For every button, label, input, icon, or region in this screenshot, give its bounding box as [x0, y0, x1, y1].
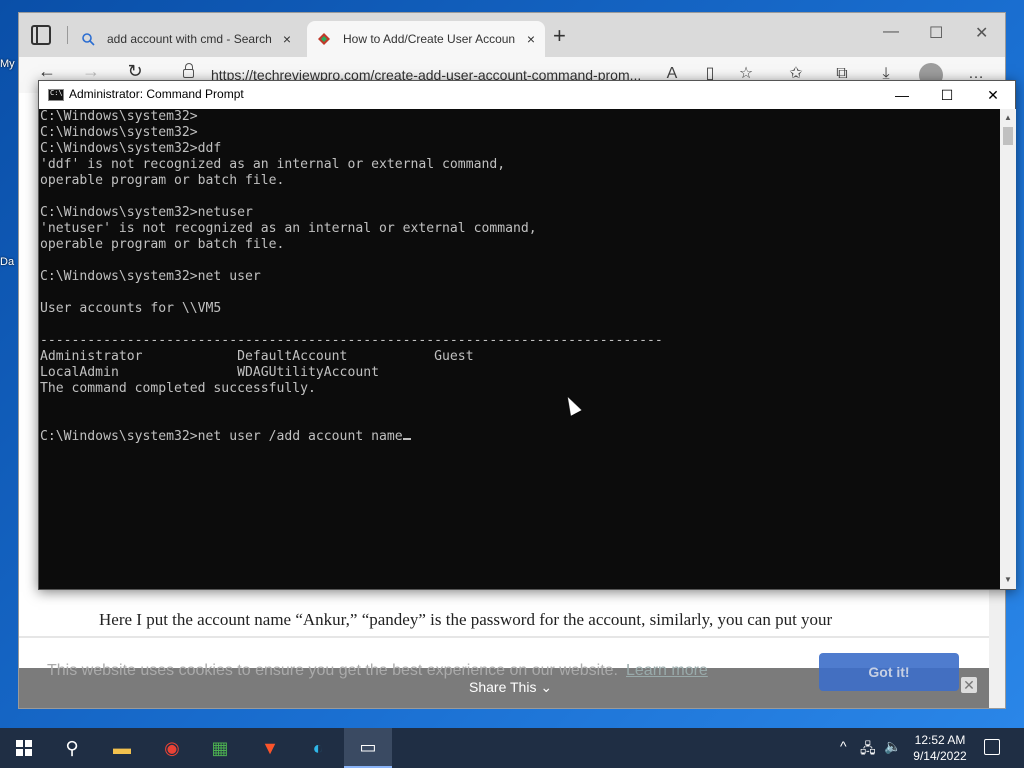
tab-search[interactable]: add account with cmd - Search ×	[71, 21, 301, 57]
file-explorer-icon[interactable]: ▬	[98, 728, 146, 768]
forward-button[interactable]: →	[77, 61, 105, 82]
start-button[interactable]	[16, 740, 32, 756]
notification-icon[interactable]	[984, 739, 1000, 755]
tab-close-icon[interactable]: ×	[527, 31, 535, 47]
search-icon	[82, 33, 95, 46]
command-prompt-window: Administrator: Command Prompt — ☐ ✕ C:\W…	[38, 80, 1016, 590]
tab-separator	[67, 26, 68, 44]
refresh-button[interactable]: ↻	[121, 61, 149, 82]
cmd-line	[40, 189, 999, 205]
desktop-icon-label[interactable]: My	[0, 58, 18, 70]
cmd-scrollbar[interactable]: ▲ ▼	[1000, 109, 1016, 589]
cmd-line: operable program or batch file.	[40, 237, 285, 252]
share-close-icon[interactable]: ✕	[961, 677, 977, 693]
desktop-icon-label[interactable]: Da	[0, 256, 18, 268]
cmd-line: 'netuser' is not recognized as an intern…	[40, 221, 537, 236]
show-hidden-icons-icon[interactable]: ^	[840, 738, 847, 754]
tab-close-icon[interactable]: ×	[283, 31, 291, 47]
network-icon[interactable]: 🖧	[860, 738, 876, 762]
tab-article[interactable]: How to Add/Create User Accoun ×	[307, 21, 545, 57]
cmd-line: C:\Windows\system32>	[40, 109, 198, 124]
chevron-down-icon: ⌄	[540, 679, 553, 695]
cmd-line: C:\Windows\system32>netuser	[40, 205, 253, 220]
cookie-got-it-button[interactable]: Got it!	[819, 653, 959, 691]
browser-minimize-button[interactable]: —	[883, 23, 899, 41]
cmd-line	[40, 253, 999, 269]
volume-icon[interactable]: 🔈	[884, 738, 901, 755]
cmd-line: ----------------------------------------…	[40, 333, 663, 348]
scroll-up-icon[interactable]: ▲	[1004, 113, 1012, 122]
cmd-window-title: Administrator: Command Prompt	[69, 87, 244, 101]
command-prompt-icon[interactable]: ▭	[344, 728, 392, 768]
share-label: Share This	[469, 679, 537, 695]
cmd-current-input: C:\Windows\system32>net user /add accoun…	[40, 429, 403, 444]
share-this-button[interactable]: Share This ⌄	[469, 679, 552, 696]
cmd-title-bar[interactable]: Administrator: Command Prompt — ☐ ✕	[39, 81, 1015, 109]
command-prompt-icon	[48, 89, 64, 101]
cmd-output[interactable]: C:\Windows\system32> C:\Windows\system32…	[39, 109, 999, 589]
chrome-icon[interactable]: ◉	[148, 728, 196, 768]
scroll-thumb[interactable]	[1003, 127, 1013, 145]
cmd-line: 'ddf' is not recognized as an internal o…	[40, 157, 506, 172]
cmd-line: The command completed successfully.	[40, 381, 316, 396]
clock[interactable]: 12:52 AM 9/14/2022	[908, 732, 972, 764]
cmd-line	[40, 413, 999, 429]
cmd-line	[40, 397, 999, 413]
new-tab-button[interactable]: +	[553, 23, 566, 49]
cmd-line: C:\Windows\system32>	[40, 125, 198, 140]
site-logo-icon	[318, 33, 330, 45]
browser-close-button[interactable]: ✕	[975, 23, 988, 43]
tab-strip: add account with cmd - Search × How to A…	[19, 13, 1005, 57]
taskbar: ⚲ ▬ ◉ ▦ ▼ ◐ ▭ ^ 🖧 🔈 12:52 AM 9/14/2022	[0, 728, 1024, 768]
cmd-maximize-button[interactable]: ☐	[932, 84, 962, 106]
cmd-line: C:\Windows\system32>net user	[40, 269, 261, 284]
cmd-line: Administrator DefaultAccount Guest	[40, 349, 474, 364]
cmd-line: C:\Windows\system32>ddf	[40, 141, 222, 156]
store-icon[interactable]: ▦	[196, 728, 244, 768]
article-paragraph: Here I put the account name “Ankur,” “pa…	[99, 610, 833, 629]
lock-icon[interactable]	[183, 63, 194, 78]
clock-date: 9/14/2022	[913, 749, 967, 763]
cmd-line: operable program or batch file.	[40, 173, 285, 188]
cookie-learn-more-link[interactable]: Learn more	[626, 662, 708, 680]
back-button[interactable]: ←	[33, 61, 61, 82]
text-caret	[402, 438, 411, 440]
cookie-notice-text: This website uses cookies to ensure you …	[47, 662, 618, 679]
tab-title: How to Add/Create User Accoun	[343, 32, 516, 46]
tab-title: add account with cmd - Search	[107, 32, 272, 46]
cmd-minimize-button[interactable]: —	[887, 84, 917, 106]
scroll-down-icon[interactable]: ▼	[1004, 575, 1012, 584]
cmd-input-line[interactable]: C:\Windows\system32>net user /add accoun…	[40, 429, 999, 445]
edge-icon[interactable]: ◐	[294, 728, 342, 768]
browser-maximize-button[interactable]: ☐	[929, 23, 943, 43]
cmd-line: User accounts for \\VM5	[40, 301, 222, 316]
cmd-close-button[interactable]: ✕	[978, 84, 1008, 106]
cmd-line	[40, 285, 999, 301]
cmd-line	[40, 317, 999, 333]
cmd-line: LocalAdmin WDAGUtilityAccount	[40, 365, 379, 380]
clock-time: 12:52 AM	[914, 733, 966, 747]
brave-icon[interactable]: ▼	[246, 728, 294, 768]
tab-actions-icon[interactable]	[31, 25, 51, 45]
divider	[19, 636, 989, 638]
search-icon[interactable]: ⚲	[48, 728, 96, 768]
